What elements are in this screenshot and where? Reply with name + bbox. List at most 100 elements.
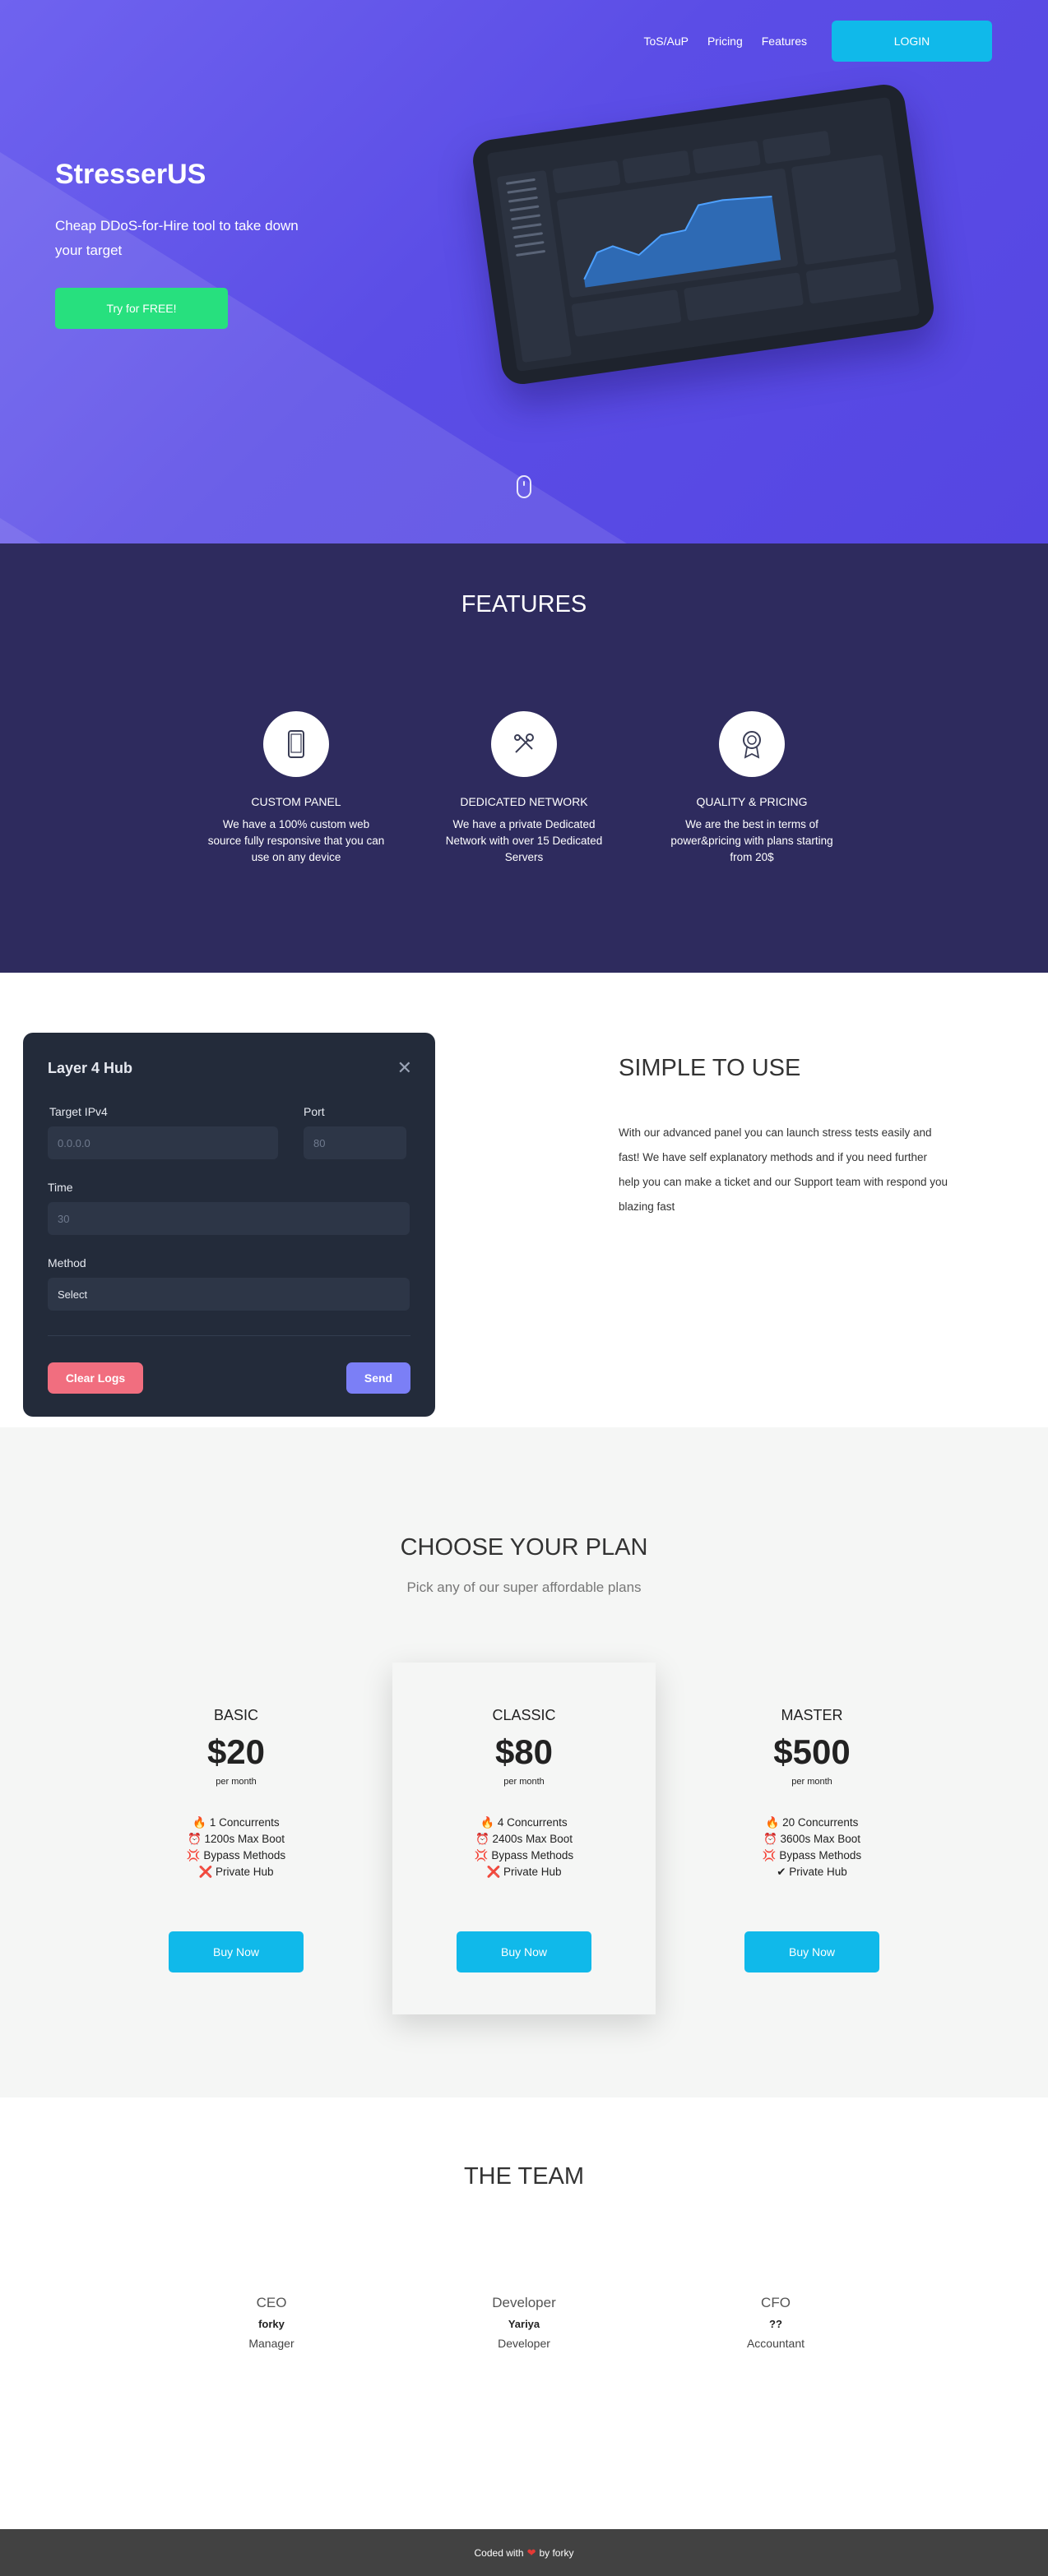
- features-section: FEATURES CUSTOM PANEL We have a 100% cus…: [0, 543, 1048, 973]
- clear-logs-button[interactable]: Clear Logs: [48, 1362, 143, 1394]
- mock-bottom-card: [805, 258, 902, 304]
- pricing-subtitle: Pick any of our super affordable plans: [406, 1579, 642, 1595]
- team-member: CEO forky Manager: [189, 2295, 354, 2350]
- feature-card: DEDICATED NETWORK We have a private Dedi…: [434, 711, 614, 866]
- plan-period: per month: [503, 1777, 545, 1787]
- plan-card-basic: BASIC $20 per month 🔥 1 Concurrents ⏰ 12…: [104, 1663, 368, 2014]
- simple-section: Layer 4 Hub ✕ Target IPv4 0.0.0.0 Port 8…: [0, 973, 1048, 1427]
- award-icon: [719, 711, 785, 777]
- plan-feature: 🔥 20 Concurrents: [765, 1816, 859, 1829]
- features-title: FEATURES: [461, 591, 587, 617]
- plan-features: 🔥 20 Concurrents ⏰ 3600s Max Boot 💢 Bypa…: [680, 1815, 944, 1880]
- mock-bottom-card: [571, 289, 682, 337]
- team-section: THE TEAM CEO forky Manager Developer Yar…: [0, 2097, 1048, 2529]
- dashboard-tablet-mockup: [470, 81, 937, 387]
- team-title: THE TEAM: [463, 2163, 585, 2190]
- plan-feature: ⏰ 1200s Max Boot: [187, 1833, 285, 1845]
- plan-feature: ❌ Private Hub: [198, 1866, 274, 1878]
- hero-tagline: Cheap DDoS-for-Hire tool to take down yo…: [55, 218, 299, 258]
- panel-title: Layer 4 Hub: [48, 1060, 133, 1076]
- plan-feature: 💢 Bypass Methods: [474, 1849, 574, 1861]
- member-role: CEO: [256, 2295, 287, 2310]
- send-button[interactable]: Send: [346, 1362, 410, 1394]
- plan-price: $500: [773, 1732, 851, 1771]
- plan-feature: 🔥 4 Concurrents: [480, 1816, 568, 1829]
- member-role: CFO: [761, 2295, 791, 2310]
- member-role: Developer: [492, 2295, 556, 2310]
- target-label: Target IPv4: [49, 1105, 108, 1118]
- mock-bottom-card: [683, 272, 805, 321]
- feature-desc: We have a 100% custom web source fully r…: [207, 818, 385, 863]
- feature-desc: We are the best in terms of power&pricin…: [670, 818, 833, 863]
- port-label: Port: [304, 1105, 325, 1118]
- method-label: Method: [48, 1256, 86, 1270]
- plan-card-classic: CLASSIC $80 per month 🔥 4 Concurrents ⏰ …: [392, 1663, 656, 2014]
- hero-section: ToS/AuP Pricing Features LOGIN StresserU…: [0, 0, 1048, 543]
- close-icon[interactable]: ✕: [397, 1057, 412, 1079]
- nav-link-pricing[interactable]: Pricing: [707, 35, 743, 48]
- plan-name: CLASSIC: [492, 1707, 556, 1723]
- plan-feature: ⏰ 3600s Max Boot: [763, 1833, 861, 1845]
- mobile-icon: [263, 711, 329, 777]
- plan-name: MASTER: [781, 1707, 843, 1723]
- login-button[interactable]: LOGIN: [832, 21, 992, 62]
- buy-now-button[interactable]: Buy Now: [457, 1931, 591, 1972]
- footer-text-before: Coded with: [474, 2546, 524, 2559]
- plan-feature: 💢 Bypass Methods: [762, 1849, 862, 1861]
- plan-feature: 🔥 1 Concurrents: [192, 1816, 280, 1829]
- brand-title: StresserUS: [55, 159, 206, 190]
- feature-title: QUALITY & PRICING: [696, 795, 808, 808]
- feature-title: DEDICATED NETWORK: [460, 795, 588, 808]
- plan-card-master: MASTER $500 per month 🔥 20 Concurrents ⏰…: [680, 1663, 944, 2014]
- plan-period: per month: [791, 1777, 832, 1787]
- plan-features: 🔥 1 Concurrents ⏰ 1200s Max Boot 💢 Bypas…: [104, 1815, 368, 1880]
- heart-icon: ❤: [526, 2546, 536, 2559]
- plan-feature: 💢 Bypass Methods: [186, 1849, 286, 1861]
- scroll-mouse-icon[interactable]: [517, 475, 531, 498]
- nav-link-features[interactable]: Features: [762, 35, 807, 48]
- mock-stat-card: [762, 130, 832, 164]
- plan-feature: ❌ Private Hub: [486, 1866, 562, 1878]
- plan-feature: ✔ Private Hub: [777, 1866, 847, 1878]
- member-title: Developer: [498, 2337, 550, 2350]
- time-input[interactable]: 30: [48, 1202, 410, 1235]
- footer-text-after: by forky: [539, 2546, 574, 2559]
- buy-now-button[interactable]: Buy Now: [744, 1931, 879, 1972]
- member-title: Accountant: [746, 2337, 805, 2350]
- tools-icon: [491, 711, 557, 777]
- footer: Coded with ❤ by forky: [0, 2529, 1048, 2576]
- simple-title: SIMPLE TO USE: [619, 1055, 801, 1081]
- feature-card: QUALITY & PRICING We are the best in ter…: [661, 711, 842, 866]
- member-name: forky: [258, 2318, 285, 2330]
- try-free-button[interactable]: Try for FREE!: [55, 288, 228, 329]
- time-label: Time: [48, 1181, 73, 1194]
- mock-stat-card: [692, 140, 761, 174]
- mock-side-card: [791, 154, 897, 266]
- buy-now-button[interactable]: Buy Now: [169, 1931, 304, 1972]
- target-ip-input[interactable]: 0.0.0.0: [48, 1126, 278, 1159]
- pricing-title: CHOOSE YOUR PLAN: [400, 1534, 648, 1561]
- mock-stat-card: [552, 160, 621, 194]
- plan-feature: ⏰ 2400s Max Boot: [475, 1833, 573, 1845]
- dashboard-screen: [486, 96, 920, 372]
- member-name: ??: [769, 2318, 782, 2330]
- plan-name: BASIC: [213, 1707, 259, 1723]
- top-nav: ToS/AuP Pricing Features LOGIN: [624, 21, 992, 62]
- method-select[interactable]: Select: [48, 1278, 410, 1311]
- plan-features: 🔥 4 Concurrents ⏰ 2400s Max Boot 💢 Bypas…: [392, 1815, 656, 1880]
- simple-text: With our advanced panel you can launch s…: [619, 1126, 948, 1213]
- nav-link-tos[interactable]: ToS/AuP: [643, 35, 688, 48]
- feature-title: CUSTOM PANEL: [251, 795, 341, 808]
- member-name: Yariya: [508, 2318, 540, 2330]
- port-input[interactable]: 80: [304, 1126, 406, 1159]
- plan-price: $80: [494, 1732, 554, 1771]
- pricing-section: CHOOSE YOUR PLAN Pick any of our super a…: [0, 1427, 1048, 2097]
- plan-period: per month: [216, 1777, 257, 1787]
- mock-stat-card: [622, 150, 691, 184]
- layer4-hub-panel: Layer 4 Hub ✕ Target IPv4 0.0.0.0 Port 8…: [23, 1033, 435, 1417]
- feature-card: CUSTOM PANEL We have a 100% custom web s…: [206, 711, 387, 866]
- feature-desc: We have a private Dedicated Network with…: [445, 818, 603, 863]
- plan-price: $20: [206, 1732, 266, 1771]
- team-member: Developer Yariya Developer: [442, 2295, 606, 2350]
- member-title: Manager: [248, 2337, 294, 2350]
